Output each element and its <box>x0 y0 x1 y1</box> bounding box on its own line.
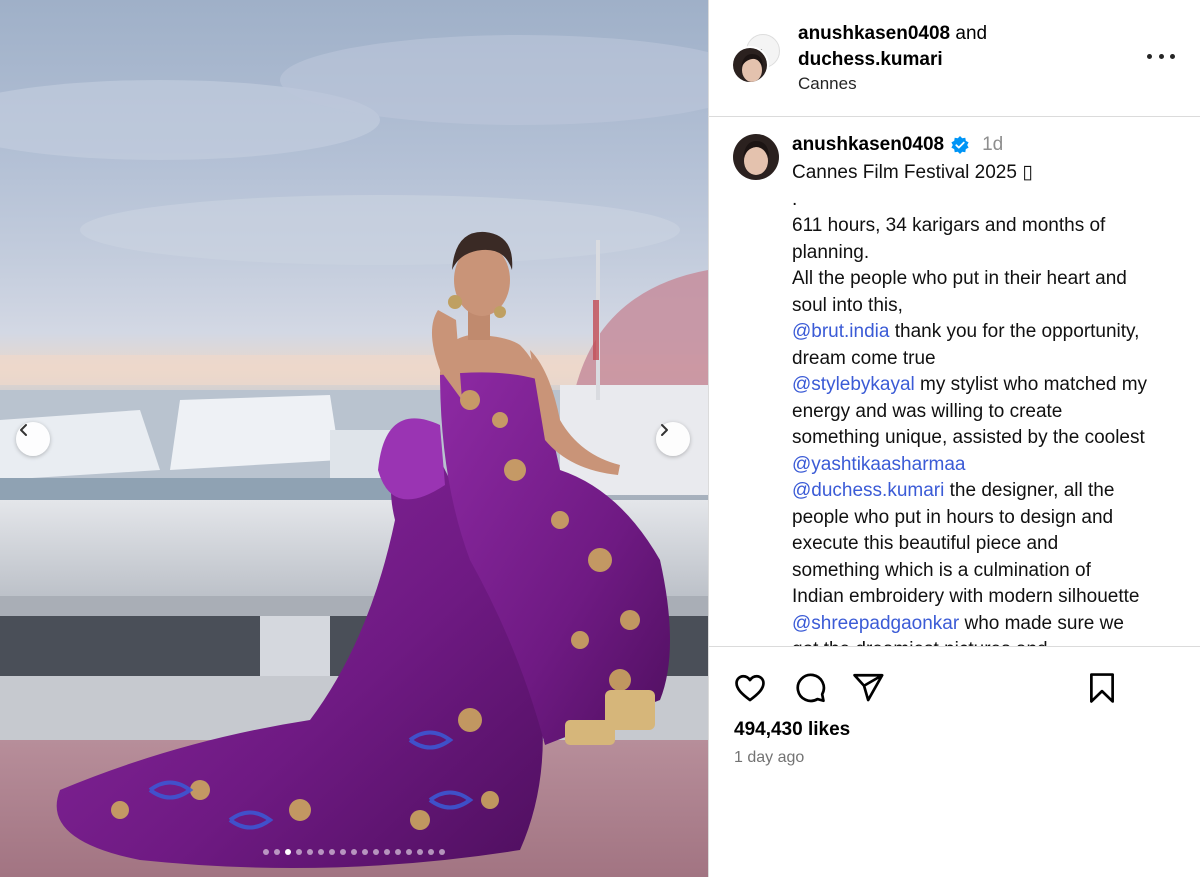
slide-dot <box>406 849 412 855</box>
mention-link[interactable]: @stylebykayal <box>792 374 915 395</box>
like-button[interactable] <box>731 669 769 707</box>
slide-dot <box>395 849 401 855</box>
share-button[interactable] <box>849 669 887 707</box>
caption-text: Indian embroidery with modern silhouette <box>792 586 1140 607</box>
authors-joiner: and <box>955 23 988 44</box>
slide-dot <box>296 849 302 855</box>
profile-photo-icon <box>733 134 779 180</box>
caption-text: 611 hours, 34 karigars and months of <box>792 215 1106 236</box>
slide-dot <box>384 849 390 855</box>
caption-line: . <box>792 187 1192 214</box>
caption-text: got the dreamiest pictures and <box>792 639 1048 646</box>
heart-icon <box>735 674 765 702</box>
caption-author-avatar[interactable] <box>733 134 779 180</box>
author-avatar[interactable] <box>731 46 769 84</box>
slide-indicator <box>0 849 708 855</box>
slide-dot <box>373 849 379 855</box>
caption-line: got the dreamiest pictures and <box>792 637 1192 646</box>
slide-dot <box>285 849 291 855</box>
slide-dot <box>428 849 434 855</box>
caption-line: Indian embroidery with modern silhouette <box>792 584 1192 611</box>
comment-icon <box>796 673 826 703</box>
caption-text: something unique, assisted by the cooles… <box>792 427 1145 448</box>
slide-dot <box>307 849 313 855</box>
caption-line: All the people who put in their heart an… <box>792 266 1192 293</box>
caption-text: thank you for the opportunity, <box>889 321 1140 342</box>
slide-dot <box>362 849 368 855</box>
caption-text: who made sure we <box>959 612 1124 634</box>
photo-illustration <box>0 35 708 877</box>
caption-line: soul into this, <box>792 293 1192 320</box>
action-bar: 494,430 likes 1 day ago <box>709 646 1200 877</box>
bookmark-icon <box>1090 673 1114 703</box>
more-options-button[interactable] <box>1147 44 1175 68</box>
caption-text: Cannes Film Festival 2025 ▯ <box>792 162 1033 183</box>
comment-button[interactable] <box>791 669 829 707</box>
post-timestamp[interactable]: 1d <box>982 134 1003 156</box>
caption-line: @stylebykayal my stylist who matched my <box>792 372 1192 399</box>
caption-text: All the people who put in their heart an… <box>792 268 1127 289</box>
slide-dot <box>329 849 335 855</box>
mention-link[interactable]: @yashtikaasharmaa <box>792 454 965 475</box>
post-date[interactable]: 1 day ago <box>734 749 804 767</box>
caption-line: something which is a culmination of <box>792 558 1192 585</box>
caption-text: energy and was willing to create <box>792 400 1063 422</box>
caption-text: something which is a culmination of <box>792 559 1091 581</box>
slide-dot <box>318 849 324 855</box>
slide-dot <box>263 849 269 855</box>
chevron-right-icon <box>661 424 668 436</box>
slide-dot <box>340 849 346 855</box>
caption-line: @yashtikaasharmaa <box>792 452 1192 479</box>
caption-text: execute this beautiful piece and <box>792 533 1059 554</box>
caption-line: planning. <box>792 240 1192 267</box>
caption-text: soul into this, <box>792 294 903 316</box>
slide-dot <box>274 849 280 855</box>
collaborator-username[interactable]: duchess.kumari <box>798 49 943 70</box>
post-authors: anushkasen0408 and duchess.kumari <box>798 21 987 73</box>
slide-dot <box>439 849 445 855</box>
caption-line: @brut.india thank you for the opportunit… <box>792 319 1192 346</box>
mention-link[interactable]: @duchess.kumari <box>792 480 944 501</box>
post-header: DK anushkasen0408 and duchess.kumari Can… <box>709 0 1200 117</box>
caption-header: anushkasen0408 1d <box>792 134 1003 156</box>
author-username[interactable]: anushkasen0408 <box>798 23 950 44</box>
mention-link[interactable]: @shreepadgaonkar <box>792 613 959 634</box>
post-side-panel: DK anushkasen0408 and duchess.kumari Can… <box>708 0 1200 877</box>
caption-line: @duchess.kumari the designer, all the <box>792 478 1192 505</box>
caption-text: the designer, all the <box>944 480 1115 501</box>
caption-line: execute this beautiful piece and <box>792 531 1192 558</box>
profile-photo-icon <box>733 48 767 82</box>
slide-dot <box>351 849 357 855</box>
caption-username[interactable]: anushkasen0408 <box>792 134 944 156</box>
caption-text: dream come true <box>792 347 936 369</box>
post-caption: Cannes Film Festival 2025 ▯. 611 hours, 3… <box>792 160 1192 646</box>
caption-text: people who put in hours to design and <box>792 506 1114 528</box>
caption-line: energy and was willing to create <box>792 399 1192 426</box>
mention-link[interactable]: @brut.india <box>792 321 889 342</box>
slide-dot <box>417 849 423 855</box>
chevron-left-icon <box>20 424 27 436</box>
caption-line: dream come true <box>792 346 1192 373</box>
more-horizontal-icon <box>1147 53 1152 59</box>
caption-line: something unique, assisted by the cooles… <box>792 425 1192 452</box>
send-icon <box>853 673 884 702</box>
previous-slide-button[interactable] <box>16 422 50 456</box>
caption-text: planning. <box>792 241 870 263</box>
post-image[interactable] <box>0 0 708 877</box>
caption-line: 611 hours, 34 karigars and months of <box>792 213 1192 240</box>
save-button[interactable] <box>1083 669 1121 707</box>
caption-line: people who put in hours to design and <box>792 505 1192 532</box>
caption-text: my stylist who matched my <box>914 374 1148 395</box>
caption-line: @shreepadgaonkar who made sure we <box>792 611 1192 638</box>
next-slide-button[interactable] <box>656 422 690 456</box>
caption-line: Cannes Film Festival 2025 ▯ <box>792 160 1192 187</box>
like-count[interactable]: 494,430 likes <box>734 719 850 741</box>
caption-section: anushkasen0408 1d Cannes Film Festival 2… <box>709 118 1200 646</box>
verified-badge-icon <box>951 136 969 154</box>
post-location[interactable]: Cannes <box>798 74 857 94</box>
caption-text: . <box>792 188 798 210</box>
